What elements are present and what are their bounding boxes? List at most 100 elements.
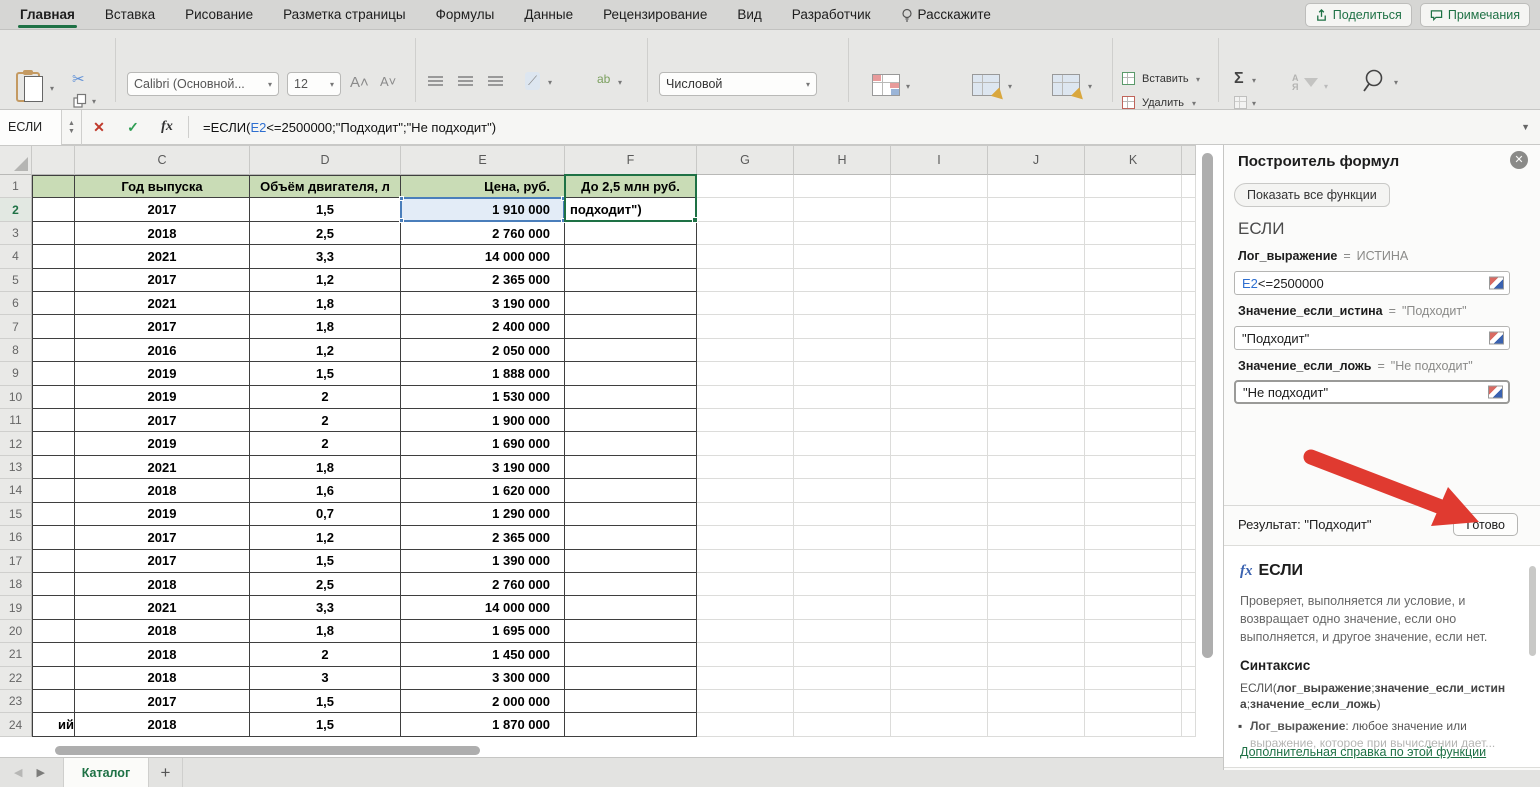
cell[interactable] — [1085, 620, 1182, 643]
cell[interactable]: 2018 — [75, 620, 250, 643]
cell[interactable] — [891, 292, 988, 315]
cell[interactable] — [988, 620, 1085, 643]
cell[interactable]: 3 300 000 — [401, 667, 565, 690]
row-number-12[interactable]: 12 — [0, 432, 32, 455]
cell[interactable] — [1182, 596, 1196, 619]
increase-font-icon[interactable]: A˄ — [350, 74, 369, 91]
cell[interactable]: 2021 — [75, 292, 250, 315]
cell[interactable]: 2 365 000 — [401, 269, 565, 292]
row-number-24[interactable]: 24 — [0, 713, 32, 736]
cell[interactable]: 1 900 000 — [401, 409, 565, 432]
wrap-text-icon[interactable]: ab — [597, 72, 610, 86]
cell[interactable] — [565, 620, 697, 643]
cell[interactable] — [32, 526, 75, 549]
cell[interactable] — [1085, 503, 1182, 526]
cell[interactable] — [1182, 315, 1196, 338]
cell[interactable] — [891, 479, 988, 502]
cell[interactable]: 2018 — [75, 573, 250, 596]
cell[interactable] — [565, 386, 697, 409]
cell[interactable]: 2017 — [75, 526, 250, 549]
cell[interactable]: 1,2 — [250, 526, 401, 549]
cell[interactable] — [891, 198, 988, 221]
cell[interactable] — [1182, 339, 1196, 362]
cell[interactable]: 2017 — [75, 315, 250, 338]
row-number-21[interactable]: 21 — [0, 643, 32, 666]
row-number-22[interactable]: 22 — [0, 667, 32, 690]
cell[interactable] — [891, 526, 988, 549]
cell[interactable] — [1182, 222, 1196, 245]
cell[interactable] — [32, 620, 75, 643]
cell[interactable] — [1182, 432, 1196, 455]
vertical-scrollbar-thumb[interactable] — [1202, 153, 1213, 658]
cell[interactable] — [891, 620, 988, 643]
cell[interactable]: ий — [32, 713, 75, 736]
menu-tab-8[interactable]: Разработчик — [790, 0, 873, 30]
cell[interactable] — [565, 690, 697, 713]
cell[interactable] — [565, 550, 697, 573]
cell[interactable] — [794, 339, 891, 362]
cell[interactable] — [988, 503, 1085, 526]
cell[interactable]: 2017 — [75, 550, 250, 573]
more-help-link[interactable]: Дополнительная справка по этой функции — [1240, 745, 1486, 759]
cell[interactable] — [32, 503, 75, 526]
cell[interactable] — [988, 573, 1085, 596]
cell[interactable] — [697, 667, 794, 690]
cell[interactable] — [32, 245, 75, 268]
cell[interactable]: 2017 — [75, 409, 250, 432]
copy-icon[interactable] — [72, 93, 88, 109]
row-number-15[interactable]: 15 — [0, 503, 32, 526]
cell[interactable] — [565, 456, 697, 479]
cell[interactable] — [1182, 386, 1196, 409]
cell[interactable] — [697, 269, 794, 292]
row-number-5[interactable]: 5 — [0, 269, 32, 292]
cell[interactable]: 2 400 000 — [401, 315, 565, 338]
horizontal-scrollbar[interactable] — [0, 745, 1196, 757]
cell[interactable] — [794, 503, 891, 526]
cell[interactable] — [1182, 269, 1196, 292]
column-header-K[interactable]: K — [1085, 145, 1182, 175]
cell[interactable] — [565, 245, 697, 268]
cell[interactable] — [794, 175, 891, 198]
cell[interactable] — [1085, 573, 1182, 596]
cell[interactable] — [697, 550, 794, 573]
panel-close-button[interactable]: ✕ — [1510, 151, 1528, 169]
row-number-6[interactable]: 6 — [0, 292, 32, 315]
range-selector-icon[interactable] — [1489, 332, 1504, 345]
row-number-9[interactable]: 9 — [0, 362, 32, 385]
column-header-F[interactable]: F — [565, 145, 697, 175]
insert-function-button[interactable]: fx — [150, 119, 184, 135]
cell[interactable] — [794, 222, 891, 245]
cell[interactable]: 1,8 — [250, 456, 401, 479]
cell[interactable]: 2 760 000 — [401, 222, 565, 245]
cell[interactable] — [697, 362, 794, 385]
cell[interactable] — [988, 690, 1085, 713]
cell[interactable] — [1182, 643, 1196, 666]
cell[interactable]: 2018 — [75, 479, 250, 502]
cell[interactable] — [1182, 526, 1196, 549]
cell[interactable]: 2018 — [75, 713, 250, 736]
cell[interactable] — [988, 362, 1085, 385]
cell[interactable] — [565, 643, 697, 666]
cell[interactable] — [794, 596, 891, 619]
cell[interactable] — [891, 339, 988, 362]
cell[interactable] — [988, 643, 1085, 666]
menu-tab-1[interactable]: Вставка — [103, 0, 157, 30]
cell[interactable]: 1 620 000 — [401, 479, 565, 502]
cell[interactable] — [1182, 550, 1196, 573]
cell[interactable] — [697, 175, 794, 198]
cell[interactable]: 2,5 — [250, 222, 401, 245]
cell[interactable]: 2017 — [75, 269, 250, 292]
cell[interactable] — [988, 479, 1085, 502]
cell[interactable] — [794, 386, 891, 409]
cell[interactable] — [988, 409, 1085, 432]
cell[interactable] — [891, 269, 988, 292]
cell[interactable] — [1182, 198, 1196, 221]
column-header-J[interactable]: J — [988, 145, 1085, 175]
cell[interactable]: 3 190 000 — [401, 456, 565, 479]
menu-tab-7[interactable]: Вид — [735, 0, 763, 30]
cell[interactable] — [794, 245, 891, 268]
cell[interactable] — [32, 409, 75, 432]
cell[interactable]: 2 050 000 — [401, 339, 565, 362]
cell[interactable] — [891, 175, 988, 198]
cell[interactable]: 2018 — [75, 643, 250, 666]
